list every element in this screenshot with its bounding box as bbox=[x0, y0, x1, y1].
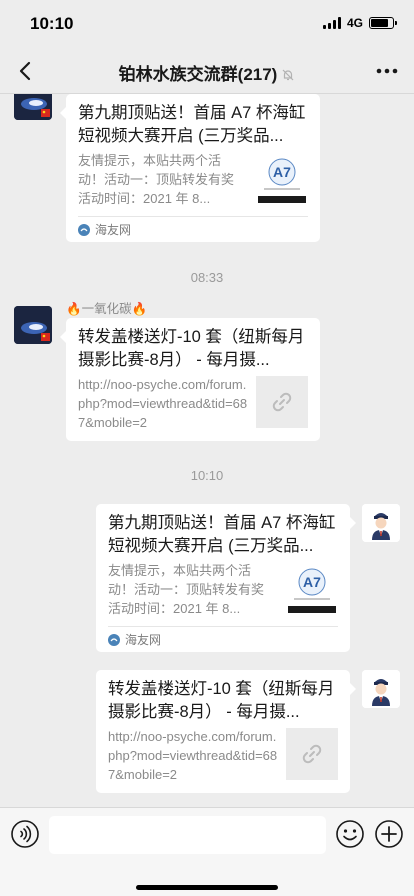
card-title: 转发盖楼送灯-10 套（纽斯每月摄影比赛-8月） - 每月摄... bbox=[78, 328, 305, 369]
status-time: 10:10 bbox=[30, 14, 74, 33]
chat-title[interactable]: 铂林水族交流群(217) bbox=[0, 60, 414, 85]
bubble-arrow bbox=[350, 517, 356, 529]
card-title: 第九期顶贴送！首届 A7 杯海缸短视频大赛开启 (三万奖品... bbox=[78, 104, 306, 145]
bubble-arrow bbox=[60, 107, 66, 119]
link-card[interactable]: 第九期顶贴送！首届 A7 杯海缸短视频大赛开启 (三万奖品... 友情提示，本贴… bbox=[60, 94, 320, 242]
plus-icon[interactable] bbox=[374, 819, 404, 849]
card-source: 海友网 bbox=[108, 626, 338, 652]
bell-muted-icon bbox=[282, 69, 294, 81]
avatar[interactable] bbox=[14, 94, 52, 120]
timestamp: 08:33 bbox=[190, 270, 224, 285]
card-title: 转发盖楼送灯-10 套（纽斯每月摄影比赛-8月） - 每月摄... bbox=[108, 680, 335, 721]
avatar[interactable] bbox=[14, 306, 52, 344]
sender-name: 🔥一氧化碳🔥 bbox=[66, 302, 148, 316]
poster-thumbnail: A7 bbox=[286, 562, 338, 614]
card-title: 第九期顶贴送！首届 A7 杯海缸短视频大赛开启 (三万奖品... bbox=[108, 514, 336, 555]
voice-icon[interactable] bbox=[10, 819, 40, 849]
ellipsis-icon[interactable] bbox=[374, 58, 400, 84]
nav-bar: 铂林水族交流群(217) bbox=[0, 48, 414, 94]
timestamp: 10:10 bbox=[190, 468, 224, 483]
card-description: http://noo-psyche.com/forum.php?mod=view… bbox=[78, 377, 248, 430]
source-name: 海友网 bbox=[95, 223, 132, 237]
source-logo-icon bbox=[108, 633, 120, 646]
battery-level bbox=[371, 19, 388, 27]
link-icon bbox=[272, 392, 292, 412]
bubble-arrow bbox=[60, 331, 66, 343]
avatar[interactable] bbox=[362, 504, 400, 542]
link-icon bbox=[302, 744, 322, 764]
source-name: 海友网 bbox=[125, 633, 162, 647]
chat-area[interactable]: 第九期顶贴送！首届 A7 杯海缸短视频大赛开启 (三万奖品... 友情提示，本贴… bbox=[0, 94, 414, 807]
input-bar bbox=[0, 807, 414, 896]
card-source: 海友网 bbox=[78, 216, 308, 242]
chat-title-text: 铂林水族交流群(217) bbox=[118, 65, 278, 84]
card-description: 友情提示，本贴共两个活动！活动一：顶贴转发有奖活动时间：2021 年 8... bbox=[108, 563, 265, 616]
bubble-arrow bbox=[350, 683, 356, 695]
link-card[interactable]: 转发盖楼送灯-10 套（纽斯每月摄影比赛-8月） - 每月摄... http:/… bbox=[96, 670, 356, 793]
svg-text:A7: A7 bbox=[273, 164, 291, 180]
svg-text:A7: A7 bbox=[303, 574, 321, 590]
home-indicator[interactable] bbox=[136, 885, 278, 890]
source-logo-icon bbox=[78, 223, 90, 236]
avatar[interactable] bbox=[362, 670, 400, 708]
link-thumbnail bbox=[256, 376, 308, 428]
status-indicators: 4G bbox=[322, 16, 397, 30]
message-input[interactable] bbox=[49, 816, 326, 854]
network-type: 4G bbox=[346, 16, 363, 30]
link-card[interactable]: 第九期顶贴送！首届 A7 杯海缸短视频大赛开启 (三万奖品... 友情提示，本贴… bbox=[96, 504, 356, 652]
link-card[interactable]: 转发盖楼送灯-10 套（纽斯每月摄影比赛-8月） - 每月摄... http:/… bbox=[60, 318, 320, 441]
link-thumbnail bbox=[286, 728, 338, 780]
status-bar: 10:10 4G bbox=[0, 0, 414, 48]
card-description: 友情提示，本贴共两个活动！活动一：顶贴转发有奖活动时间：2021 年 8... bbox=[78, 153, 235, 206]
signal-icon bbox=[322, 17, 341, 29]
emoji-icon[interactable] bbox=[335, 819, 365, 849]
poster-thumbnail: A7 bbox=[256, 152, 308, 204]
card-description: http://noo-psyche.com/forum.php?mod=view… bbox=[108, 729, 278, 782]
battery-icon bbox=[369, 17, 397, 29]
